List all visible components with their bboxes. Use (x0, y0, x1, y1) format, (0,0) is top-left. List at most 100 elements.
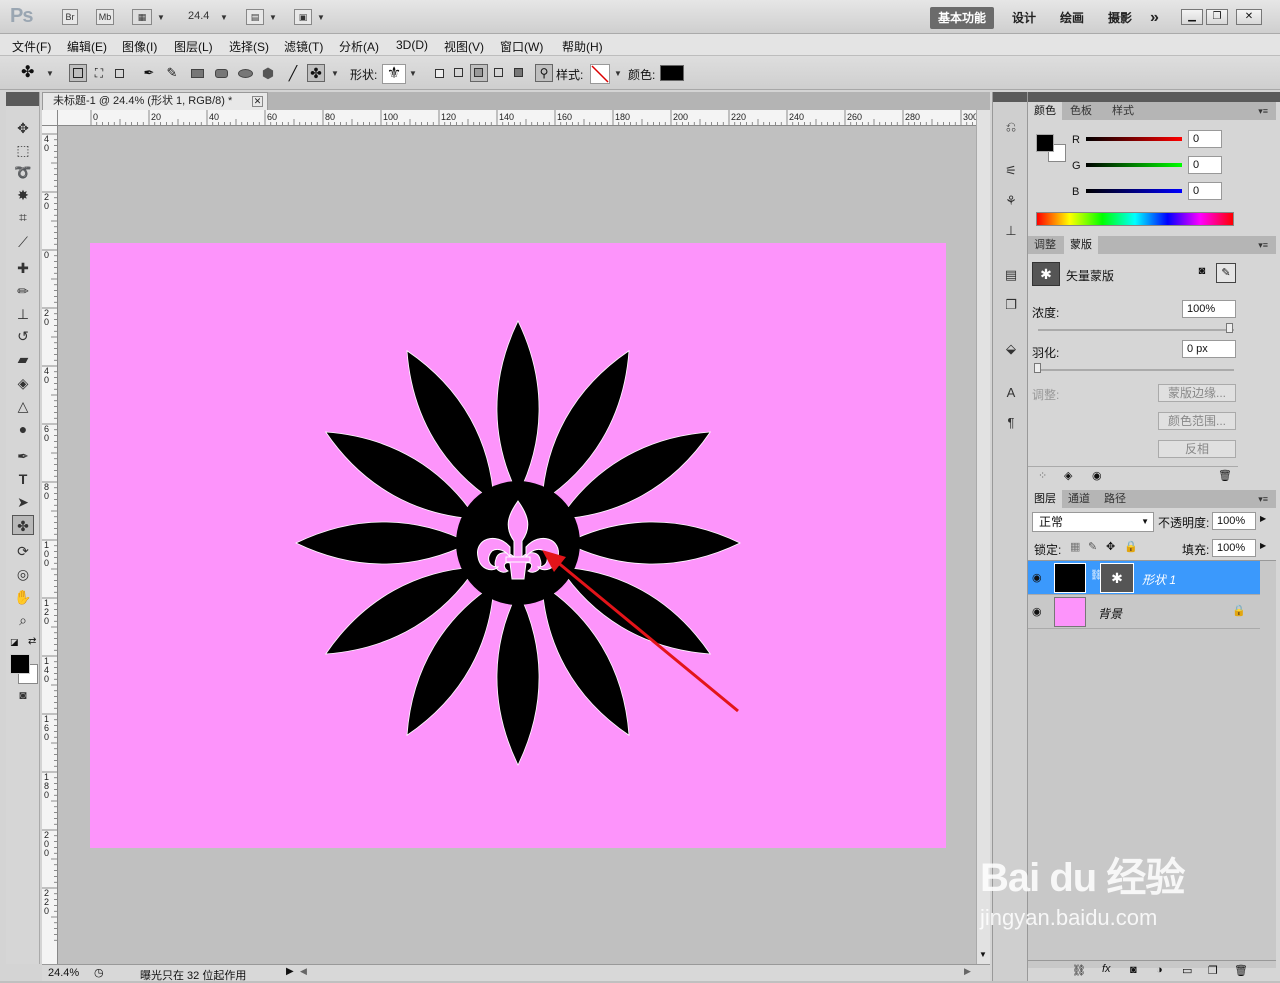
move-tool-icon[interactable]: ✥ (12, 118, 34, 138)
delete-layer-icon[interactable]: 🗑 (1234, 964, 1248, 977)
layer-comps-panel-icon[interactable]: ❐ (1002, 296, 1020, 314)
exclude-overlapping-shape-areas-icon[interactable] (510, 64, 528, 82)
mask-visibility-eye-icon[interactable]: ◉ (1092, 469, 1102, 482)
status-zoom[interactable]: 24.4% (48, 967, 79, 979)
view-extras-chevron-icon[interactable]: ▼ (157, 13, 165, 22)
g-slider[interactable] (1086, 163, 1182, 167)
brush-tool-icon[interactable]: ✏ (12, 281, 34, 301)
scroll-down-icon[interactable]: ▼ (979, 950, 987, 959)
new-layer-icon[interactable]: ❐ (1208, 964, 1218, 977)
create-new-shape-layer-icon[interactable] (430, 64, 448, 82)
background-layer-thumbnail[interactable] (1054, 597, 1086, 627)
load-selection-icon[interactable]: ⁘ (1038, 469, 1047, 482)
blend-mode-select[interactable]: 正常 ▼ (1032, 512, 1154, 532)
color-panel-fg-swatch[interactable] (1036, 134, 1054, 152)
fill-pixels-mode-icon[interactable] (110, 64, 128, 82)
blur-tool-icon[interactable]: △ (12, 396, 34, 416)
tab-color[interactable]: 颜色 (1028, 102, 1062, 120)
restore-icon[interactable]: ❐ (1206, 9, 1228, 25)
layer-row-shape[interactable]: ◉ ⛓ ✱ 形状 1 (1028, 561, 1260, 595)
g-value-input[interactable]: 0 (1188, 156, 1222, 174)
layer-name[interactable]: 背景 (1098, 605, 1122, 622)
geometry-options-chevron-icon[interactable]: ▼ (331, 69, 339, 78)
lock-image-icon[interactable]: ✎ (1088, 540, 1097, 553)
ruler-origin[interactable] (42, 110, 58, 126)
b-slider[interactable] (1086, 189, 1182, 193)
shape-picker-chevron-icon[interactable]: ▼ (409, 69, 417, 78)
3d-panel-icon[interactable]: ⬙ (1002, 340, 1020, 358)
healing-brush-tool-icon[interactable]: ✚ (12, 258, 34, 278)
document-tab[interactable]: 未标题-1 @ 24.4% (形状 1, RGB/8) * ✕ (42, 92, 268, 110)
r-value-input[interactable]: 0 (1188, 130, 1222, 148)
vector-mask-button-icon[interactable]: ✎ (1216, 263, 1236, 283)
crop-tool-icon[interactable]: ⌗ (12, 207, 34, 227)
menu-window[interactable]: 窗口(W) (500, 38, 543, 55)
menu-filter[interactable]: 滤镜(T) (284, 38, 323, 55)
density-slider-thumb[interactable] (1226, 323, 1233, 333)
menu-view[interactable]: 视图(V) (444, 38, 484, 55)
path-selection-tool-icon[interactable]: ➤ (12, 492, 34, 512)
menu-analysis[interactable]: 分析(A) (339, 38, 379, 55)
link-layers-icon[interactable]: ⛓ (1072, 964, 1086, 977)
ellipse-option-icon[interactable] (236, 64, 254, 82)
status-info-icon[interactable]: ◷ (94, 966, 104, 979)
tab-paths[interactable]: 路径 (1098, 490, 1132, 508)
eyedropper-tool-icon[interactable]: ⟋ (12, 232, 34, 252)
type-tool-icon[interactable]: T (12, 469, 34, 489)
shape-layers-mode-icon[interactable] (69, 64, 87, 82)
opacity-input[interactable]: 100% (1212, 512, 1256, 530)
adjustment-layer-icon[interactable]: ◑ (1156, 964, 1163, 976)
close-icon[interactable]: ✕ (1236, 9, 1262, 25)
layer-fill-thumbnail[interactable] (1054, 563, 1086, 593)
eraser-tool-icon[interactable]: ▰ (12, 349, 34, 369)
clone-source-panel-icon[interactable]: ⊥ (1002, 222, 1020, 240)
lasso-tool-icon[interactable]: ➰ (12, 162, 34, 182)
brush-presets-panel-icon[interactable]: ⚟ (1002, 162, 1020, 180)
view-extras-icon[interactable]: ▦ (132, 9, 152, 25)
layers-panel-menu-icon[interactable]: ▾≡ (1258, 494, 1268, 505)
zoom-chevron-icon[interactable]: ▼ (220, 13, 228, 22)
feather-slider-thumb[interactable] (1034, 363, 1041, 373)
density-slider[interactable] (1038, 329, 1234, 331)
arrange-documents-icon[interactable]: ▤ (246, 9, 264, 25)
scroll-right-icon[interactable]: ▶ (964, 966, 971, 977)
custom-shape-option-icon[interactable]: ✤ (307, 64, 325, 82)
arrange-chevron-icon[interactable]: ▼ (269, 13, 277, 22)
tab-styles[interactable]: 样式 (1106, 102, 1140, 120)
lock-position-icon[interactable]: ✥ (1106, 540, 1115, 553)
brush-panel-icon[interactable]: ⚘ (1002, 192, 1020, 210)
line-option-icon[interactable]: ╱ (284, 64, 302, 82)
quick-selection-tool-icon[interactable]: ✸ (12, 185, 34, 205)
history-panel-icon[interactable]: ⎌ (1002, 118, 1020, 136)
masks-panel-menu-icon[interactable]: ▾≡ (1258, 240, 1268, 251)
rectangle-option-icon[interactable] (188, 64, 206, 82)
tab-channels[interactable]: 通道 (1062, 490, 1096, 508)
panel-column-header[interactable] (1028, 92, 1280, 102)
character-panel-icon[interactable]: A (1002, 384, 1020, 402)
hand-tool-icon[interactable]: ✋ (12, 587, 34, 607)
opacity-arrow-icon[interactable]: ▶ (1260, 514, 1266, 523)
layer-visibility-eye-icon[interactable]: ◉ (1032, 571, 1042, 584)
workspace-photography[interactable]: 摄影 (1100, 7, 1140, 29)
blend-mode-chevron-icon[interactable]: ▼ (1141, 513, 1149, 531)
layer-row-background[interactable]: ◉ 背景 🔒 (1028, 595, 1260, 629)
ruler-vertical[interactable]: 4020020406080100120140160180200220 (42, 126, 58, 964)
invert-button[interactable]: 反相 (1158, 440, 1236, 458)
menu-help[interactable]: 帮助(H) (562, 38, 603, 55)
quick-mask-icon[interactable]: ◙ (12, 685, 34, 705)
feather-slider[interactable] (1038, 369, 1234, 371)
subtract-from-shape-area-icon[interactable] (470, 64, 488, 82)
bridge-button[interactable]: Br (62, 9, 78, 25)
zoom-level[interactable]: 24.4 (188, 10, 209, 22)
clone-stamp-tool-icon[interactable]: ⊥ (12, 304, 34, 324)
icon-strip-header[interactable] (993, 92, 1027, 102)
tool-preset-chevron-icon[interactable]: ▼ (46, 69, 54, 78)
fleur-de-lis-shape-picker-icon[interactable]: ⚜ (382, 64, 406, 84)
history-brush-tool-icon[interactable]: ↺ (12, 326, 34, 346)
tab-swatches[interactable]: 色板 (1064, 102, 1098, 120)
paint-bucket-tool-icon[interactable]: ◈ (12, 373, 34, 393)
minibridge-button[interactable]: Mb (96, 9, 114, 25)
new-group-icon[interactable]: ▭ (1182, 964, 1192, 977)
workspace-design[interactable]: 设计 (1004, 7, 1044, 29)
more-workspaces-icon[interactable]: » (1142, 7, 1167, 29)
